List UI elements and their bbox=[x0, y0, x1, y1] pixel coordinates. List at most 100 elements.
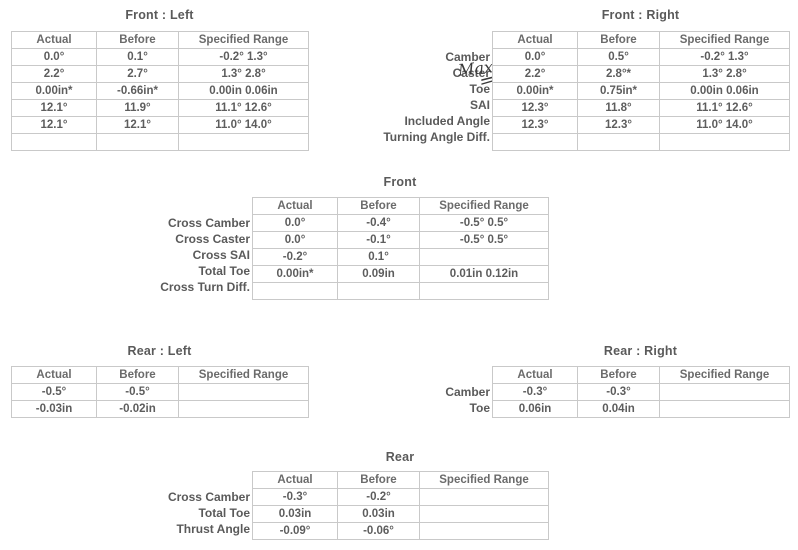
cell-specified-range: 0.00in 0.06in bbox=[178, 82, 309, 100]
table-row bbox=[252, 282, 549, 300]
column-header-actual: Actual bbox=[252, 197, 338, 215]
table-row: 2.2° 2.8°* 1.3° 2.8° bbox=[492, 65, 790, 83]
cell-before: -0.3° bbox=[577, 383, 660, 401]
table-header-row: Actual Before Specified Range bbox=[11, 31, 309, 49]
cell-before: 0.1° bbox=[337, 248, 420, 266]
table-row bbox=[492, 133, 790, 151]
column-header-specified-range: Specified Range bbox=[659, 31, 790, 49]
cell-actual: 0.0° bbox=[252, 214, 338, 232]
column-header-specified-range: Specified Range bbox=[659, 366, 790, 384]
table-row: -0.09° -0.06° bbox=[252, 522, 549, 540]
column-header-actual: Actual bbox=[11, 366, 97, 384]
column-header-before: Before bbox=[96, 31, 179, 49]
front-cross-title: Front bbox=[383, 175, 417, 189]
cell-specified-range bbox=[419, 248, 549, 266]
cell-actual: 0.06in bbox=[492, 400, 578, 418]
cell-actual: 12.3° bbox=[492, 116, 578, 134]
column-header-actual: Actual bbox=[492, 31, 578, 49]
cell-specified-range bbox=[419, 505, 549, 523]
cell-actual: 0.03in bbox=[252, 505, 338, 523]
cell-specified-range bbox=[659, 133, 790, 151]
front-label-camber: Camber bbox=[445, 50, 490, 64]
column-header-specified-range: Specified Range bbox=[178, 31, 309, 49]
rear-label-toe: Toe bbox=[469, 401, 490, 415]
cell-before: 0.1° bbox=[96, 48, 179, 66]
front-cross-body: 0.0° -0.4° -0.5° 0.5° 0.0° -0.1° -0.5° 0.5° -0… bbox=[252, 214, 549, 300]
cell-actual: 0.0° bbox=[11, 48, 97, 66]
cell-before: 2.8°* bbox=[577, 65, 660, 83]
cell-before: -0.2° bbox=[337, 488, 420, 506]
rear-left-title: Rear : Left bbox=[127, 344, 192, 358]
front-label-toe: Toe bbox=[469, 82, 490, 96]
table-row: 0.0° 0.1° -0.2° 1.3° bbox=[11, 48, 309, 66]
rear-cross-label-total-toe: Total Toe bbox=[198, 506, 250, 520]
cell-specified-range: 11.0° 14.0° bbox=[659, 116, 790, 134]
rear-cross-row-labels: Cross Camber Total Toe Thrust Angle bbox=[80, 489, 250, 537]
cell-before: 2.7° bbox=[96, 65, 179, 83]
table-row: 12.3° 12.3° 11.0° 14.0° bbox=[492, 116, 790, 134]
front-left-body: 0.0° 0.1° -0.2° 1.3° 2.2° 2.7° 1.3° 2.8° 0.00i… bbox=[11, 48, 309, 151]
cell-actual: -0.3° bbox=[492, 383, 578, 401]
cell-specified-range: 0.01in 0.12in bbox=[419, 265, 549, 283]
cell-specified-range bbox=[659, 400, 790, 418]
table-row: 0.00in* -0.66in* 0.00in 0.06in bbox=[11, 82, 309, 100]
cell-actual: 2.2° bbox=[11, 65, 97, 83]
table-row: 0.0° -0.1° -0.5° 0.5° bbox=[252, 231, 549, 249]
table-header-row: Actual Before Specified Range bbox=[492, 366, 790, 384]
column-header-actual: Actual bbox=[252, 471, 338, 489]
cell-actual: -0.03in bbox=[11, 400, 97, 418]
cell-actual bbox=[11, 133, 97, 151]
column-header-actual: Actual bbox=[492, 366, 578, 384]
front-cross-row-labels: Cross Camber Cross Caster Cross SAI Tota… bbox=[80, 215, 250, 295]
front-label-turning-angle-diff: Turning Angle Diff. bbox=[383, 130, 490, 144]
cell-specified-range: -0.5° 0.5° bbox=[419, 231, 549, 249]
front-cross-label-cross-caster: Cross Caster bbox=[175, 232, 250, 246]
column-header-actual: Actual bbox=[11, 31, 97, 49]
table-row: 12.1° 12.1° 11.0° 14.0° bbox=[11, 116, 309, 134]
table-row: -0.03in -0.02in bbox=[11, 400, 309, 418]
front-cross-label-total-toe: Total Toe bbox=[198, 264, 250, 278]
rear-left-table: Actual Before Specified Range -0.5° -0.5°… bbox=[11, 366, 309, 418]
column-header-before: Before bbox=[337, 471, 420, 489]
table-row: 2.2° 2.7° 1.3° 2.8° bbox=[11, 65, 309, 83]
front-right-title: Front : Right bbox=[601, 8, 680, 22]
table-header-row: Actual Before Specified Range bbox=[492, 31, 790, 49]
cell-before: -0.1° bbox=[337, 231, 420, 249]
cell-actual: 0.00in* bbox=[11, 82, 97, 100]
cell-actual: 12.3° bbox=[492, 99, 578, 117]
column-header-before: Before bbox=[337, 197, 420, 215]
table-header-row: Actual Before Specified Range bbox=[252, 471, 549, 489]
cell-before: -0.4° bbox=[337, 214, 420, 232]
cell-specified-range bbox=[178, 133, 309, 151]
front-cross-label-cross-turn-diff: Cross Turn Diff. bbox=[160, 280, 250, 294]
front-cross-label-cross-sai: Cross SAI bbox=[192, 248, 250, 262]
cell-specified-range: -0.2° 1.3° bbox=[178, 48, 309, 66]
cell-specified-range bbox=[419, 488, 549, 506]
table-row: 0.0° 0.5° -0.2° 1.3° bbox=[492, 48, 790, 66]
rear-row-labels: Camber Toe bbox=[320, 384, 490, 416]
cell-before: -0.06° bbox=[337, 522, 420, 540]
rear-label-camber: Camber bbox=[445, 385, 490, 399]
cell-before bbox=[96, 133, 179, 151]
front-left-table: Actual Before Specified Range 0.0° 0.1° -0… bbox=[11, 31, 309, 151]
cell-specified-range bbox=[419, 282, 549, 300]
cell-before bbox=[577, 133, 660, 151]
cell-actual: -0.5° bbox=[11, 383, 97, 401]
cell-before: 0.5° bbox=[577, 48, 660, 66]
cell-specified-range: -0.5° 0.5° bbox=[419, 214, 549, 232]
cell-before: -0.66in* bbox=[96, 82, 179, 100]
cell-actual: 0.00in* bbox=[252, 265, 338, 283]
cell-specified-range: 1.3° 2.8° bbox=[659, 65, 790, 83]
table-header-row: Actual Before Specified Range bbox=[252, 197, 549, 215]
table-row: 12.1° 11.9° 11.1° 12.6° bbox=[11, 99, 309, 117]
cell-before: 11.9° bbox=[96, 99, 179, 117]
rear-right-title: Rear : Right bbox=[603, 344, 678, 358]
front-label-caster: Caster bbox=[452, 66, 490, 80]
cell-before: 12.1° bbox=[96, 116, 179, 134]
cell-actual bbox=[252, 282, 338, 300]
cell-specified-range bbox=[419, 522, 549, 540]
column-header-specified-range: Specified Range bbox=[419, 471, 549, 489]
cell-specified-range bbox=[178, 400, 309, 418]
rear-right-body: -0.3° -0.3° 0.06in 0.04in bbox=[492, 383, 790, 418]
cell-actual: 12.1° bbox=[11, 116, 97, 134]
